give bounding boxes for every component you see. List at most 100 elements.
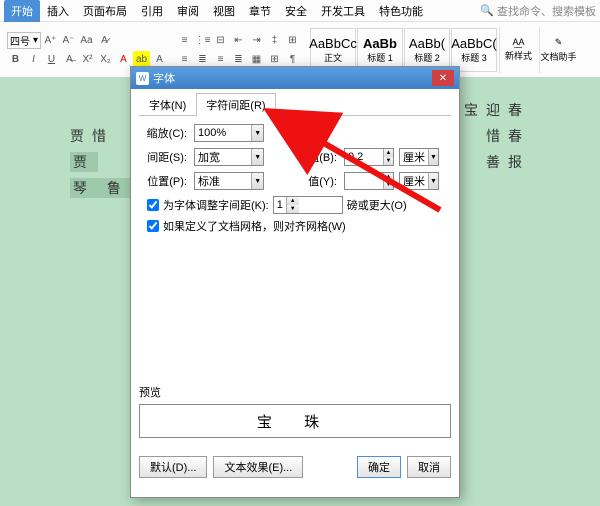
underline-icon[interactable]: U	[43, 51, 60, 68]
valy-spinner[interactable]: ▲▼	[344, 172, 394, 190]
spin-down-icon[interactable]: ▼	[384, 181, 393, 189]
preview-box: 宝 珠	[139, 404, 451, 438]
style-gallery: AaBbCc正文 AaBb标题 1 AaBb(标题 2 AaBbC(标题 3	[310, 28, 497, 72]
italic-icon[interactable]: I	[25, 51, 42, 68]
numbering-icon[interactable]: ⋮≡	[194, 32, 211, 49]
chevron-down-icon[interactable]: ▼	[251, 149, 263, 165]
bullets-icon[interactable]: ≡	[176, 32, 193, 49]
tab-spacing[interactable]: 字符间距(R)	[196, 93, 275, 116]
chevron-down-icon[interactable]: ▼	[428, 149, 438, 165]
spin-up-icon[interactable]: ▲	[384, 173, 393, 181]
subscript-icon[interactable]: X₂	[97, 51, 114, 68]
unit2-input[interactable]	[400, 173, 428, 189]
scale-input[interactable]	[195, 125, 251, 141]
align-left-icon[interactable]: ≡	[176, 51, 193, 68]
align-center-icon[interactable]: ≣	[194, 51, 211, 68]
kerning-suffix: 磅或更大(O)	[347, 197, 407, 213]
shrink-font-icon[interactable]: A⁻	[60, 32, 77, 49]
tab-security[interactable]: 安全	[278, 0, 314, 22]
style-normal[interactable]: AaBbCc正文	[310, 28, 356, 72]
strike-icon[interactable]: A̶	[61, 51, 78, 68]
grow-font-icon[interactable]: A⁺	[42, 32, 59, 49]
tabstop-icon[interactable]: ⊞	[284, 32, 301, 49]
spin-down-icon[interactable]: ▼	[384, 157, 393, 165]
indent-dec-icon[interactable]: ⇤	[230, 32, 247, 49]
spin-up-icon[interactable]: ▲	[384, 149, 393, 157]
newstyle-button[interactable]: A͟A新样式	[499, 27, 537, 73]
align-justify-icon[interactable]: ≣	[230, 51, 247, 68]
valb-label: 值(B):	[299, 149, 339, 165]
align-right-icon[interactable]: ≡	[212, 51, 229, 68]
indent-inc-icon[interactable]: ⇥	[248, 32, 265, 49]
position-input[interactable]	[195, 173, 251, 189]
spin-down-icon[interactable]: ▼	[287, 205, 299, 213]
style-h1[interactable]: AaBb标题 1	[357, 28, 403, 72]
unit2-combo[interactable]: ▼	[399, 172, 439, 190]
chevron-down-icon[interactable]: ▼	[251, 173, 263, 189]
snapgrid-checkbox[interactable]	[147, 220, 159, 232]
text: 贾惜	[70, 128, 114, 144]
text: 惜春	[486, 126, 530, 146]
tab-view[interactable]: 视图	[206, 0, 242, 22]
kerning-label: 为字体调整字间距(K):	[163, 197, 269, 213]
kerning-checkbox[interactable]	[147, 199, 159, 211]
tab-layout[interactable]: 页面布局	[76, 0, 134, 22]
tab-home[interactable]: 开始	[4, 0, 40, 22]
valb-spinner[interactable]: ▲▼	[344, 148, 394, 166]
style-h2[interactable]: AaBb(标题 2	[404, 28, 450, 72]
dialog-title: 字体	[153, 70, 175, 86]
chevron-down-icon[interactable]: ▼	[251, 125, 263, 141]
spacing-label: 间距(S):	[139, 149, 189, 165]
font-dialog: W 字体 ✕ 字体(N) 字符间距(R) 缩放(C): ▼ 间距(S): ▼ 值…	[130, 66, 460, 498]
tab-special[interactable]: 特色功能	[372, 0, 430, 22]
unit-combo[interactable]: ▼	[399, 148, 439, 166]
unit-input[interactable]	[400, 149, 428, 165]
snapgrid-label: 如果定义了文档网格，则对齐网格(W)	[163, 218, 346, 234]
selected-text: 琴 鲁	[70, 178, 132, 198]
scale-label: 缩放(C):	[139, 125, 189, 141]
ok-button[interactable]: 确定	[357, 456, 401, 478]
tab-section[interactable]: 章节	[242, 0, 278, 22]
dialog-icon: W	[136, 72, 149, 85]
superscript-icon[interactable]: X²	[79, 51, 96, 68]
text: 善报	[486, 152, 530, 172]
texteffects-button[interactable]: 文本效果(E)...	[213, 456, 303, 478]
chevron-down-icon[interactable]: ▼	[428, 173, 438, 189]
scale-combo[interactable]: ▼	[194, 124, 264, 142]
close-button[interactable]: ✕	[432, 70, 454, 86]
valb-input[interactable]	[345, 149, 383, 165]
position-combo[interactable]: ▼	[194, 172, 264, 190]
paramark-icon[interactable]: ¶	[284, 51, 301, 68]
default-button[interactable]: 默认(D)...	[139, 456, 207, 478]
change-case-icon[interactable]: Aa	[78, 32, 95, 49]
fontcolor-icon[interactable]: A	[115, 51, 132, 68]
cancel-button[interactable]: 取消	[407, 456, 451, 478]
tab-font[interactable]: 字体(N)	[139, 93, 196, 116]
search-box[interactable]: 🔍 查找命令、搜索模板	[480, 3, 596, 19]
assistant-icon: ✎	[555, 37, 563, 48]
dialog-titlebar[interactable]: W 字体 ✕	[131, 67, 459, 89]
linespacing-icon[interactable]: ‡	[266, 32, 283, 49]
kerning-input[interactable]	[274, 199, 286, 211]
shading-icon[interactable]: ▦	[248, 51, 265, 68]
highlight-icon[interactable]: ab	[133, 51, 150, 68]
fontsize-combo[interactable]: 四号▾	[7, 32, 41, 49]
tab-dev[interactable]: 开发工具	[314, 0, 372, 22]
valy-input[interactable]	[345, 173, 383, 189]
style-h3[interactable]: AaBbC(标题 3	[451, 28, 497, 72]
charshade-icon[interactable]: A	[151, 51, 168, 68]
newstyle-icon: A͟A	[512, 37, 524, 47]
clear-format-icon[interactable]: A̷	[96, 32, 113, 49]
tab-reference[interactable]: 引用	[134, 0, 170, 22]
assistant-button[interactable]: ✎文档助手	[539, 27, 577, 73]
kerning-spinner[interactable]: ▲▼	[273, 196, 343, 214]
position-label: 位置(P):	[139, 173, 189, 189]
spin-up-icon[interactable]: ▲	[287, 197, 299, 205]
tab-review[interactable]: 审阅	[170, 0, 206, 22]
multilevel-icon[interactable]: ⊟	[212, 32, 229, 49]
bold-icon[interactable]: B	[7, 51, 24, 68]
tab-insert[interactable]: 插入	[40, 0, 76, 22]
spacing-input[interactable]	[195, 149, 251, 165]
spacing-combo[interactable]: ▼	[194, 148, 264, 166]
border-icon[interactable]: ⊞	[266, 51, 283, 68]
